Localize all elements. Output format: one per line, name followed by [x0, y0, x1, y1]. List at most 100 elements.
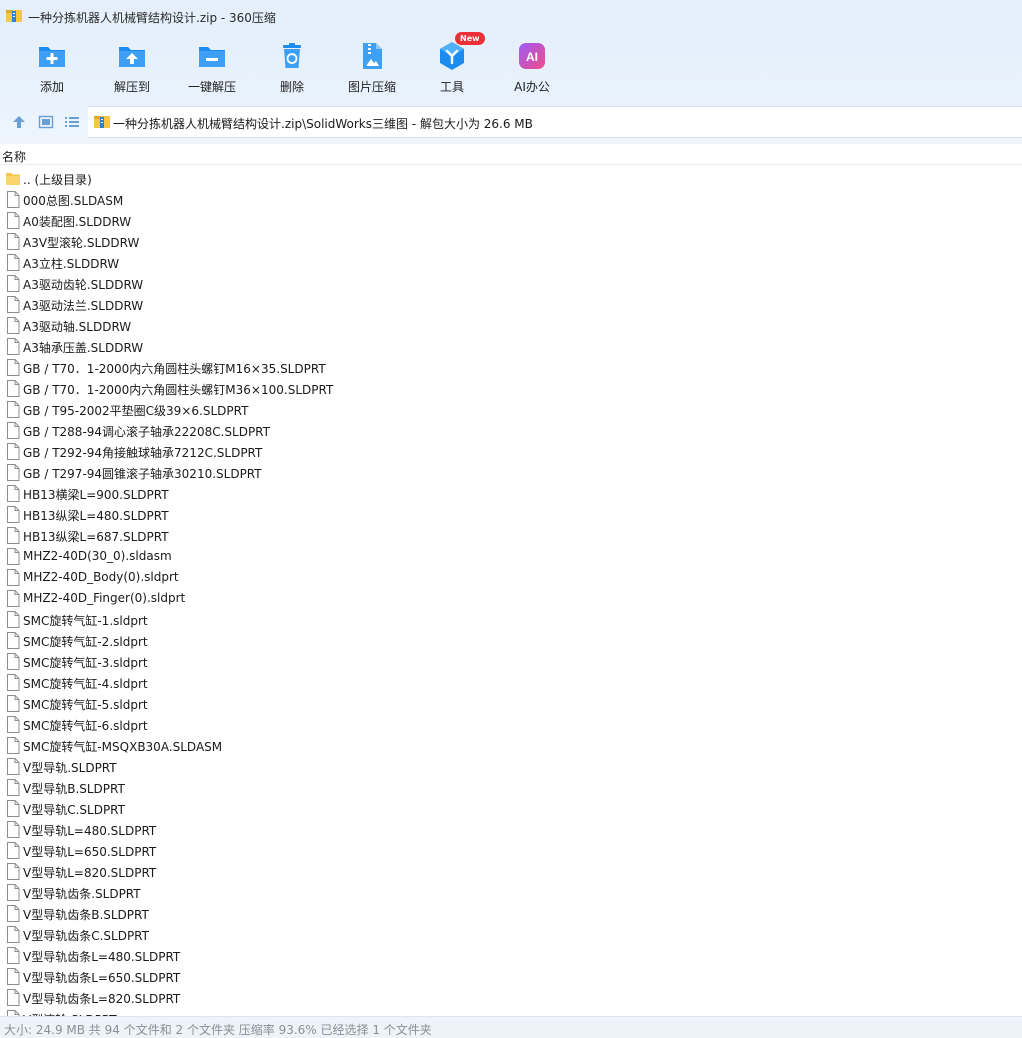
file-name: SMC旋转气缸-6.sldprt [23, 719, 148, 733]
file-name: MHZ2-40D(30_0).sldasm [23, 549, 172, 563]
file-name: SMC旋转气缸-1.sldprt [23, 614, 148, 628]
file-icon [7, 821, 20, 838]
file-row[interactable]: GB / T95-2002平垫圈C级39×6.SLDPRT [0, 399, 1022, 420]
file-icon [7, 716, 20, 733]
file-icon [7, 275, 20, 292]
file-icon [7, 758, 20, 775]
file-name: HB13纵梁L=480.SLDPRT [23, 509, 169, 523]
file-icon [7, 863, 20, 880]
up-arrow-icon[interactable] [11, 114, 27, 130]
file-name: A3驱动轴.SLDDRW [23, 320, 132, 334]
file-row[interactable]: V型导轨齿条L=480.SLDPRT [0, 945, 1022, 966]
file-row[interactable]: A0装配图.SLDDRW [0, 210, 1022, 231]
file-row[interactable]: V型导轨齿条L=820.SLDPRT [0, 987, 1022, 1008]
file-row[interactable]: SMC旋转气缸-1.sldprt [0, 609, 1022, 630]
file-name: GB / T70．1-2000内六角圆柱头螺钉M16×35.SLDPRT [23, 362, 326, 376]
file-row[interactable]: V型导轨L=480.SLDPRT [0, 819, 1022, 840]
file-row[interactable]: SMC旋转气缸-MSQXB30A.SLDASM [0, 735, 1022, 756]
file-name: V型导轨齿条C.SLDPRT [23, 929, 149, 943]
file-icon [7, 506, 20, 523]
file-row[interactable]: V型滚轮.SLDPRT [0, 1008, 1022, 1016]
extract-to-label: 解压到 [113, 80, 150, 94]
file-icon [7, 611, 20, 628]
ai-office-icon: AI [519, 43, 545, 69]
file-row[interactable]: HB13纵梁L=687.SLDPRT [0, 525, 1022, 546]
file-row[interactable]: V型导轨B.SLDPRT [0, 777, 1022, 798]
file-icon [7, 905, 20, 922]
ai-office-button[interactable]: AI AI办公 [492, 34, 572, 98]
file-name: V型导轨齿条.SLDPRT [23, 887, 141, 901]
toolbar: 添加 解压到 一键解压 删除 图片压缩 New 工具 AI AI办公 [0, 32, 1022, 100]
file-row[interactable]: V型导轨L=820.SLDPRT [0, 861, 1022, 882]
add-folder-icon [39, 47, 65, 67]
address-bar[interactable]: 一种分拣机器人机械臂结构设计.zip\SolidWorks三维图 - 解包大小为… [88, 106, 1022, 138]
file-row[interactable]: GB / T292-94角接触球轴承7212C.SLDPRT [0, 441, 1022, 462]
file-row[interactable]: 000总图.SLDASM [0, 189, 1022, 210]
file-row[interactable]: GB / T297-94圆锥滚子轴承30210.SLDPRT [0, 462, 1022, 483]
column-name-header[interactable]: 名称 [2, 148, 26, 165]
delete-button[interactable]: 删除 [252, 34, 332, 98]
file-row[interactable]: HB13纵梁L=480.SLDPRT [0, 504, 1022, 525]
file-row[interactable]: SMC旋转气缸-2.sldprt [0, 630, 1022, 651]
file-name: V型导轨齿条B.SLDPRT [23, 908, 149, 922]
file-row[interactable]: V型导轨.SLDPRT [0, 756, 1022, 777]
file-name: A3V型滚轮.SLDDRW [23, 236, 140, 250]
file-name: GB / T297-94圆锥滚子轴承30210.SLDPRT [23, 467, 262, 481]
image-compress-button[interactable]: 图片压缩 [332, 34, 412, 98]
file-icon [7, 968, 20, 985]
file-row[interactable]: SMC旋转气缸-5.sldprt [0, 693, 1022, 714]
file-icon [7, 485, 20, 502]
parent-directory-row[interactable]: .. (上级目录) [0, 168, 1022, 189]
file-name: A3轴承压盖.SLDDRW [23, 341, 144, 355]
add-button[interactable]: 添加 [12, 34, 92, 98]
file-icon [7, 674, 20, 691]
file-row[interactable]: A3轴承压盖.SLDDRW [0, 336, 1022, 357]
file-icon [7, 233, 20, 250]
extract-to-button[interactable]: 解压到 [92, 34, 172, 98]
file-row[interactable]: V型导轨齿条C.SLDPRT [0, 924, 1022, 945]
file-row[interactable]: GB / T288-94调心滚子轴承22208C.SLDPRT [0, 420, 1022, 441]
file-name: SMC旋转气缸-3.sldprt [23, 656, 148, 670]
file-row[interactable]: V型导轨C.SLDPRT [0, 798, 1022, 819]
file-row[interactable]: GB / T70．1-2000内六角圆柱头螺钉M36×100.SLDPRT [0, 378, 1022, 399]
file-row[interactable]: HB13横梁L=900.SLDPRT [0, 483, 1022, 504]
file-row[interactable]: V型导轨齿条B.SLDPRT [0, 903, 1022, 924]
file-row[interactable]: A3驱动法兰.SLDDRW [0, 294, 1022, 315]
folder-icon [6, 173, 20, 185]
file-row[interactable]: A3驱动轴.SLDDRW [0, 315, 1022, 336]
navigation-bar: 一种分拣机器人机械臂结构设计.zip\SolidWorks三维图 - 解包大小为… [0, 106, 1022, 138]
file-row[interactable]: A3驱动齿轮.SLDDRW [0, 273, 1022, 294]
file-row[interactable]: A3V型滚轮.SLDDRW [0, 231, 1022, 252]
thumbnail-view-icon[interactable] [38, 114, 54, 130]
file-name: SMC旋转气缸-4.sldprt [23, 677, 148, 691]
list-view-icon[interactable] [64, 114, 80, 130]
file-row[interactable]: SMC旋转气缸-3.sldprt [0, 651, 1022, 672]
ai-icon-text: AI [526, 50, 538, 64]
file-row[interactable]: SMC旋转气缸-4.sldprt [0, 672, 1022, 693]
file-name: SMC旋转气缸-2.sldprt [23, 635, 148, 649]
file-row[interactable]: A3立柱.SLDDRW [0, 252, 1022, 273]
file-name: A3立柱.SLDDRW [23, 257, 120, 271]
tools-button[interactable]: New 工具 [412, 32, 492, 98]
status-text: 大小: 24.9 MB 共 94 个文件和 2 个文件夹 压缩率 93.6% 已… [4, 1023, 432, 1037]
one-click-extract-button[interactable]: 一键解压 [172, 34, 252, 98]
file-name: MHZ2-40D_Finger(0).sldprt [23, 591, 186, 605]
file-name: A3驱动法兰.SLDDRW [23, 299, 144, 313]
file-row[interactable]: V型导轨齿条.SLDPRT [0, 882, 1022, 903]
file-row[interactable]: SMC旋转气缸-6.sldprt [0, 714, 1022, 735]
file-row[interactable]: MHZ2-40D_Finger(0).sldprt [0, 588, 1022, 609]
file-name: V型导轨L=820.SLDPRT [23, 866, 157, 880]
zip-archive-icon [6, 10, 22, 22]
image-compress-icon [363, 43, 382, 69]
recycle-bin-icon [283, 43, 301, 68]
file-row[interactable]: GB / T70．1-2000内六角圆柱头螺钉M16×35.SLDPRT [0, 357, 1022, 378]
file-row[interactable]: MHZ2-40D_Body(0).sldprt [0, 567, 1022, 588]
file-icon [7, 296, 20, 313]
file-row[interactable]: V型导轨L=650.SLDPRT [0, 840, 1022, 861]
file-icon [7, 842, 20, 859]
file-name: MHZ2-40D_Body(0).sldprt [23, 570, 179, 584]
file-icon [7, 338, 20, 355]
file-icon [7, 422, 20, 439]
file-row[interactable]: V型导轨齿条L=650.SLDPRT [0, 966, 1022, 987]
file-row[interactable]: MHZ2-40D(30_0).sldasm [0, 546, 1022, 567]
